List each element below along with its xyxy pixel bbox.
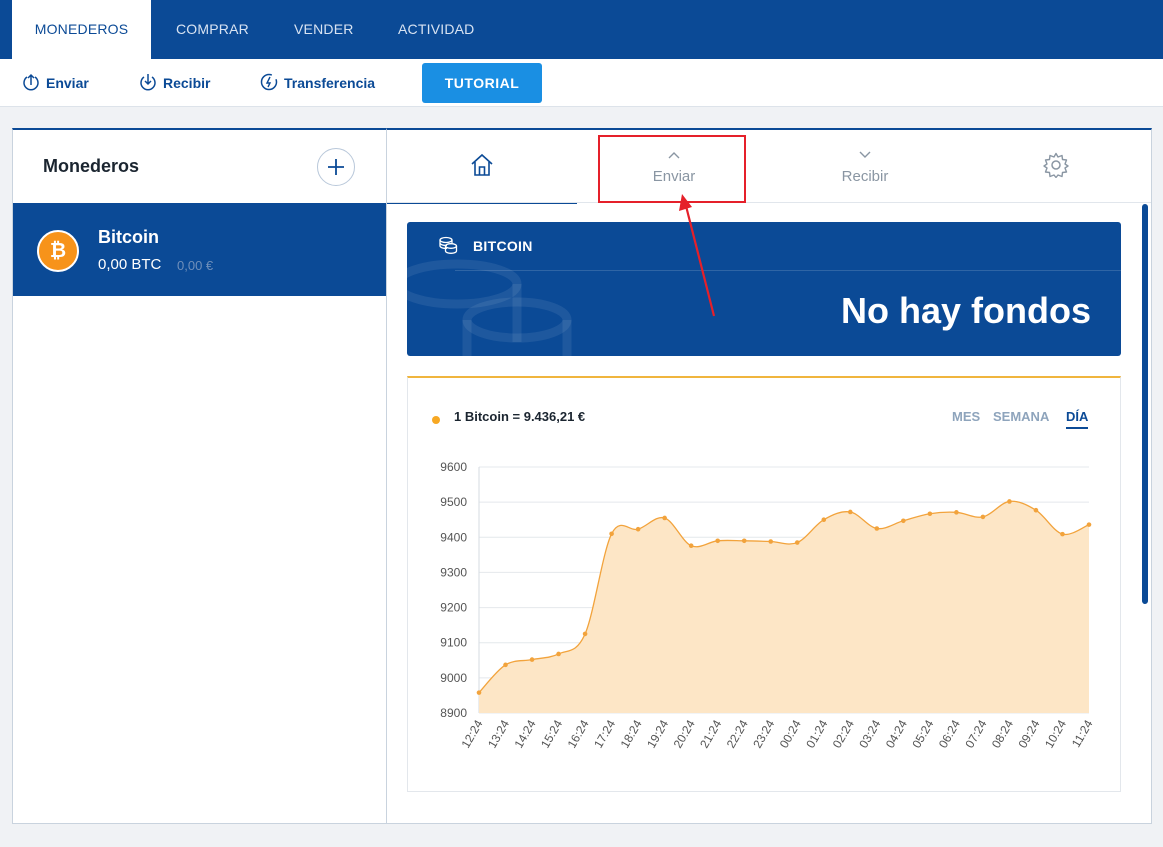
tab-receive[interactable]: Recibir (770, 130, 960, 204)
send-button[interactable]: Enviar (22, 59, 89, 107)
highlight-box (598, 135, 746, 203)
data-point (1060, 531, 1065, 537)
nav-tab-vender[interactable]: VENDER (294, 0, 354, 59)
tabs-divider (387, 202, 1151, 203)
bitcoin-icon: ₿ (37, 230, 79, 272)
x-tick-label: 13:24 (485, 717, 512, 750)
balance-value: No hay fondos (841, 290, 1091, 331)
data-point (529, 657, 535, 662)
x-tick-label: 19:24 (644, 717, 671, 750)
x-tick-label: 03:24 (856, 717, 883, 750)
data-point (662, 515, 667, 521)
data-point (768, 539, 774, 544)
tab-settings[interactable] (961, 130, 1151, 204)
wallets-panel: Monederos ₿ Bitcoin 0,00 BTC 0,00 € (12, 128, 387, 824)
x-tick-label: 02:24 (830, 717, 857, 750)
price-chart: 8900 9000 9100 9200 9300 9400 9500 9600 12:24 13:… (440, 460, 1096, 751)
tab-receive-label: Recibir (841, 168, 889, 185)
wallet-detail-panel: Enviar Recibir BITCOIN No hay fondos 1 B… (386, 128, 1152, 824)
data-point (476, 690, 482, 695)
x-tick-label: 00:24 (777, 717, 804, 750)
data-point (821, 517, 827, 523)
plus-icon (328, 159, 344, 175)
balance-card: BITCOIN No hay fondos (407, 222, 1121, 356)
wallet-name: Bitcoin (98, 227, 159, 247)
receive-button[interactable]: Recibir (139, 59, 210, 107)
price-chart-card: 1 Bitcoin = 9.436,21 € MES SEMANA DÍA 89… (407, 376, 1121, 792)
data-point (901, 518, 906, 524)
wallets-title: Monederos (43, 156, 140, 176)
x-tick-label: 07:24 (962, 717, 989, 750)
x-tick-label: 16:24 (565, 717, 592, 750)
transfer-bolt-icon (260, 73, 278, 94)
receive-button-label: Recibir (163, 75, 211, 91)
toolbar: Enviar Recibir Transferencia TUTORIAL (0, 59, 1163, 107)
x-tick-label: 23:24 (750, 717, 777, 750)
x-tick-label: 18:24 (618, 717, 645, 750)
y-tick-label: 9400 (440, 530, 467, 544)
data-point (874, 526, 880, 531)
data-point (980, 514, 986, 520)
tab-home[interactable] (387, 130, 577, 204)
data-point (582, 631, 588, 637)
x-tick-label: 20:24 (671, 717, 698, 750)
send-arrow-up-icon (22, 73, 40, 94)
data-point (741, 538, 747, 544)
y-tick-label: 9100 (440, 636, 467, 650)
x-tick-label: 14:24 (512, 717, 539, 750)
coins-icon (439, 236, 458, 254)
scrollbar[interactable] (1142, 204, 1148, 604)
nav-tab-comprar[interactable]: COMPRAR (176, 0, 249, 59)
data-point (954, 510, 959, 515)
y-tick-label: 9000 (440, 671, 467, 685)
x-tick-label: 21:24 (697, 717, 724, 750)
y-tick-label: 8900 (440, 706, 467, 720)
wallet-btc-balance: 0,00 BTC (98, 256, 162, 273)
data-point (715, 538, 720, 544)
x-tick-label: 06:24 (936, 717, 963, 750)
add-wallet-button[interactable] (317, 148, 355, 186)
data-point (503, 662, 508, 668)
x-tick-label: 12:24 (458, 717, 485, 750)
transfer-button-label: Transferencia (284, 75, 376, 91)
y-tick-label: 9500 (440, 495, 467, 509)
wallet-item-bitcoin[interactable]: ₿ Bitcoin 0,00 BTC 0,00 € (13, 203, 386, 296)
top-nav: MONEDEROS COMPRAR VENDER ACTIVIDAD (0, 0, 1163, 59)
receive-arrow-down-icon (139, 73, 157, 94)
balance-divider (455, 270, 1121, 271)
home-icon (471, 153, 493, 176)
data-point (848, 509, 853, 515)
gear-icon (1043, 152, 1069, 178)
x-tick-label: 22:24 (724, 717, 751, 750)
x-tick-label: 15:24 (538, 717, 565, 750)
y-tick-label: 9200 (440, 601, 467, 615)
transfer-button[interactable]: Transferencia (260, 59, 375, 107)
x-tick-label: 08:24 (989, 717, 1016, 750)
data-point (635, 526, 641, 532)
data-point (688, 543, 694, 549)
data-point (794, 540, 800, 545)
x-tick-label: 11:24 (1069, 717, 1096, 750)
x-tick-label: 17:24 (591, 717, 618, 750)
nav-tab-monederos[interactable]: MONEDEROS (12, 0, 151, 59)
y-tick-label: 9300 (440, 565, 467, 579)
tutorial-button[interactable]: TUTORIAL (422, 63, 542, 103)
data-point (1007, 499, 1012, 504)
x-tick-label: 05:24 (909, 717, 936, 750)
data-point (1033, 507, 1039, 513)
wallet-eur-balance: 0,00 € (177, 258, 214, 273)
y-tick-label: 9600 (440, 460, 467, 474)
data-point (556, 651, 561, 657)
data-point (927, 511, 933, 517)
send-button-label: Enviar (46, 75, 89, 91)
x-tick-label: 04:24 (883, 717, 910, 750)
balance-currency-label: BITCOIN (473, 238, 533, 254)
x-tick-label: 09:24 (1015, 717, 1042, 750)
data-point (609, 531, 614, 537)
x-tick-label: 10:24 (1042, 717, 1069, 750)
chevron-down-icon (859, 151, 871, 158)
nav-tab-actividad[interactable]: ACTIVIDAD (398, 0, 474, 59)
x-tick-label: 01:24 (803, 717, 830, 750)
data-point (1086, 522, 1092, 527)
